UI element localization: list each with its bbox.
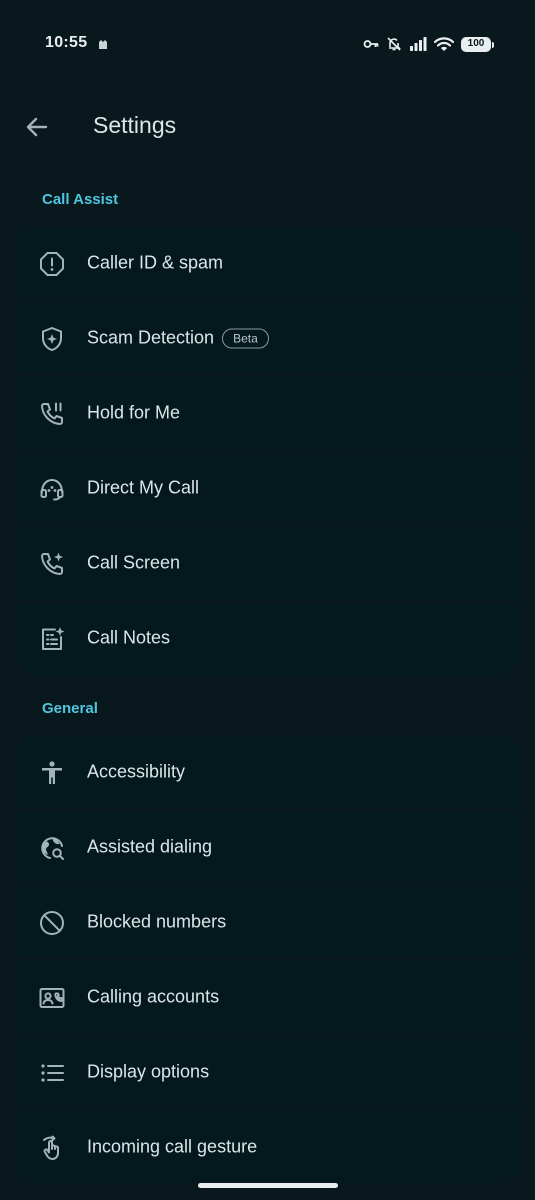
settings-item-blocked-numbers[interactable]: Blocked numbers <box>16 886 519 958</box>
settings-item-label: Calling accounts <box>87 986 220 1007</box>
home-indicator[interactable] <box>198 1183 338 1188</box>
settings-item-direct-my-call[interactable]: Direct My Call <box>16 452 519 524</box>
status-time: 10:55 <box>45 34 88 51</box>
settings-item-label: Scam Detection <box>87 327 215 348</box>
wifi-icon <box>434 36 454 51</box>
notification-icon <box>99 40 107 49</box>
settings-item-accessibility[interactable]: Accessibility <box>16 736 519 808</box>
phone-pause-icon <box>38 400 66 428</box>
battery-tip <box>491 41 494 48</box>
settings-item-label: Display options <box>87 1061 210 1082</box>
settings-item-hold-for-me[interactable]: Hold for Me <box>16 377 519 449</box>
settings-item-label: Direct My Call <box>87 477 200 498</box>
section-label-general: General <box>42 700 98 717</box>
accessibility-icon <box>38 759 66 787</box>
settings-screen: 10:55 100 Settings Call Assist Caller ID… <box>0 0 535 1200</box>
settings-item-label: Blocked numbers <box>87 911 227 932</box>
settings-item-calling-accounts[interactable]: Calling accounts <box>16 961 519 1033</box>
settings-item-label-group: Scam Detection Beta <box>87 328 269 349</box>
alert-circle-icon <box>38 250 66 278</box>
settings-item-assisted-dialing[interactable]: Assisted dialing <box>16 811 519 883</box>
globe-search-icon <box>38 834 66 862</box>
arrow-back-icon <box>26 117 48 137</box>
shield-star-icon <box>38 325 66 353</box>
headset-agent-icon <box>38 475 66 503</box>
back-button[interactable] <box>20 110 54 144</box>
settings-item-scam-detection[interactable]: Scam Detection Beta <box>16 302 519 374</box>
gesture-swipe-icon <box>38 1134 66 1162</box>
settings-item-label: Assisted dialing <box>87 836 213 857</box>
settings-item-label: Call Screen <box>87 552 181 573</box>
general-group: Accessibility Assisted dialing Blocked n… <box>16 736 519 1186</box>
page-title: Settings <box>93 112 177 138</box>
contact-card-phone-icon <box>38 984 66 1012</box>
settings-item-label: Hold for Me <box>87 402 181 423</box>
settings-item-label: Call Notes <box>87 627 171 648</box>
status-bar: 10:55 100 <box>0 0 535 88</box>
battery-indicator: 100 <box>461 36 494 52</box>
app-header: Settings <box>0 100 535 156</box>
call-assist-group: Caller ID & spam Scam Detection Beta Hol… <box>16 227 519 677</box>
block-icon <box>38 909 66 937</box>
notes-sparkle-icon <box>38 625 66 653</box>
battery-level: 100 <box>467 38 485 49</box>
signal-icon <box>410 37 427 51</box>
settings-item-label: Accessibility <box>87 761 186 782</box>
settings-item-incoming-call-gesture[interactable]: Incoming call gesture <box>16 1111 519 1183</box>
settings-item-label: Incoming call gesture <box>87 1136 258 1157</box>
list-icon <box>38 1059 66 1087</box>
settings-item-display-options[interactable]: Display options <box>16 1036 519 1108</box>
settings-item-label: Caller ID & spam <box>87 252 224 273</box>
vpn-key-icon <box>363 40 379 48</box>
settings-item-caller-id-spam[interactable]: Caller ID & spam <box>16 227 519 299</box>
phone-sparkle-icon <box>38 550 66 578</box>
mute-icon <box>387 37 401 51</box>
section-label-call-assist: Call Assist <box>42 191 119 208</box>
status-icons: 100 <box>363 34 494 54</box>
settings-item-call-notes[interactable]: Call Notes <box>16 602 519 674</box>
beta-badge: Beta <box>222 328 269 348</box>
settings-item-call-screen[interactable]: Call Screen <box>16 527 519 599</box>
